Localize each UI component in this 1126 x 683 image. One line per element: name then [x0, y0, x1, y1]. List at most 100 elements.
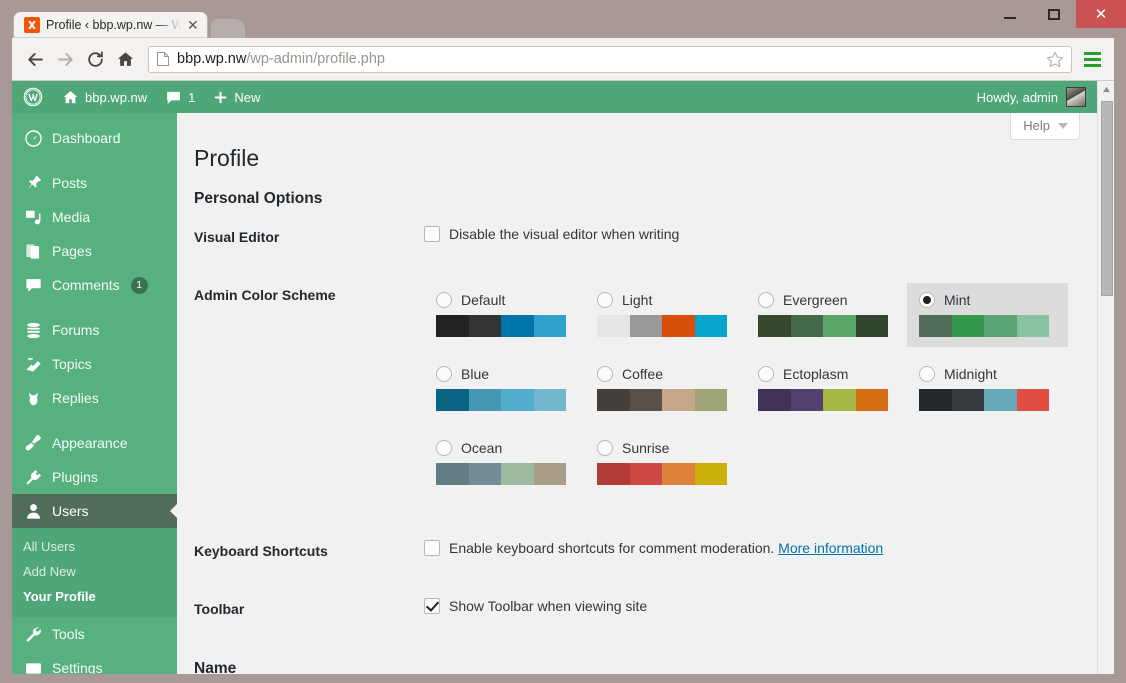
color-scheme-option-mint[interactable]: Mint [907, 283, 1068, 347]
color-scheme-radio[interactable] [436, 440, 452, 456]
browser-toolbar: bbp.wp.nw/wp-admin/profile.php [12, 38, 1114, 81]
color-scheme-label: Evergreen [783, 292, 848, 308]
sidebar-item-posts[interactable]: Posts [12, 166, 177, 200]
forums-icon [23, 321, 43, 340]
forward-button[interactable] [50, 44, 80, 74]
window-close-button[interactable]: ✕ [1076, 0, 1126, 28]
color-scheme-option-light[interactable]: Light [585, 283, 746, 347]
sidebar-subitem-all-users[interactable]: All Users [12, 534, 177, 559]
sidebar-subitem-your-profile[interactable]: Your Profile [12, 584, 177, 609]
color-scheme-palette [919, 315, 1049, 337]
palette-swatch-1 [469, 315, 502, 337]
color-scheme-radio[interactable] [758, 366, 774, 382]
color-scheme-option-ectoplasm[interactable]: Ectoplasm [746, 357, 907, 421]
color-scheme-radio[interactable] [919, 292, 935, 308]
chevron-down-icon [1058, 123, 1068, 129]
sidebar-subitem-add-new[interactable]: Add New [12, 559, 177, 584]
palette-swatch-1 [630, 389, 663, 411]
more-information-link[interactable]: More information [778, 540, 883, 556]
keyboard-shortcuts-checkbox[interactable]: Enable keyboard shortcuts for comment mo… [424, 539, 1087, 558]
color-scheme-header: Light [597, 292, 734, 308]
keyboard-shortcuts-label: Keyboard Shortcuts [194, 522, 424, 580]
color-scheme-option-evergreen[interactable]: Evergreen [746, 283, 907, 347]
color-scheme-radio[interactable] [436, 366, 452, 382]
new-content-button[interactable]: New [204, 81, 269, 113]
sidebar-item-tools[interactable]: Tools [12, 617, 177, 651]
visual-editor-checkbox[interactable]: Disable the visual editor when writing [424, 225, 1087, 244]
address-bar[interactable]: bbp.wp.nw/wp-admin/profile.php [148, 46, 1072, 73]
reload-button[interactable] [80, 44, 110, 74]
color-scheme-header: Evergreen [758, 292, 895, 308]
site-name-label: bbp.wp.nw [85, 90, 147, 105]
palette-swatch-0 [758, 389, 791, 411]
sidebar-item-forums[interactable]: Forums [12, 313, 177, 347]
palette-swatch-0 [758, 315, 791, 337]
help-tab-button[interactable]: Help [1010, 113, 1080, 140]
plug-icon [23, 468, 43, 487]
sidebar-item-media[interactable]: Media [12, 200, 177, 234]
color-scheme-option-ocean[interactable]: Ocean [424, 431, 585, 495]
checkbox-box[interactable] [424, 598, 440, 614]
sidebar-item-topics[interactable]: Topics [12, 347, 177, 381]
browser-menu-button[interactable] [1078, 44, 1106, 74]
color-scheme-radio[interactable] [597, 440, 613, 456]
tab-close-icon[interactable]: ✕ [187, 18, 199, 32]
sidebar-item-label: Media [52, 209, 90, 225]
palette-swatch-0 [597, 389, 630, 411]
color-scheme-palette [597, 315, 727, 337]
color-scheme-option-default[interactable]: Default [424, 283, 585, 347]
new-tab-button[interactable] [211, 19, 245, 38]
sidebar-item-dashboard[interactable]: Dashboard [12, 121, 177, 155]
sidebar-item-comments[interactable]: Comments 1 [12, 268, 177, 302]
sidebar-item-settings[interactable]: Settings [12, 651, 177, 674]
home-button[interactable] [110, 44, 140, 74]
palette-swatch-1 [630, 315, 663, 337]
color-scheme-option-blue[interactable]: Blue [424, 357, 585, 421]
row-toolbar: Toolbar Show Toolbar when viewing site [194, 580, 1097, 638]
visual-editor-checkbox-label: Disable the visual editor when writing [449, 225, 679, 244]
color-scheme-radio[interactable] [597, 292, 613, 308]
home-icon [62, 89, 79, 106]
scrollbar-thumb[interactable] [1101, 101, 1113, 296]
color-scheme-option-sunrise[interactable]: Sunrise [585, 431, 746, 495]
window-maximize-button[interactable] [1032, 0, 1076, 28]
sidebar-item-plugins[interactable]: Plugins [12, 460, 177, 494]
checkbox-box[interactable] [424, 226, 440, 242]
help-label: Help [1023, 118, 1050, 133]
palette-swatch-2 [501, 315, 534, 337]
sidebar-item-appearance[interactable]: Appearance [12, 426, 177, 460]
comments-bubble-button[interactable]: 1 [156, 81, 204, 113]
admin-body: Dashboard Posts Media [12, 113, 1097, 674]
palette-swatch-3 [534, 463, 567, 485]
comments-count: 1 [188, 90, 195, 105]
wp-logo-button[interactable] [12, 81, 53, 113]
color-scheme-palette [919, 389, 1049, 411]
checkbox-box[interactable] [424, 540, 440, 556]
color-scheme-header: Mint [919, 292, 1056, 308]
browser-tab[interactable]: Profile ‹ bbp.wp.nw — Wo ✕ [14, 12, 207, 38]
color-scheme-option-coffee[interactable]: Coffee [585, 357, 746, 421]
sidebar-item-users[interactable]: Users [12, 494, 177, 528]
palette-swatch-1 [791, 315, 824, 337]
color-scheme-radio[interactable] [758, 292, 774, 308]
back-button[interactable] [20, 44, 50, 74]
vertical-scrollbar[interactable] [1097, 81, 1114, 674]
scroll-up-arrow-icon[interactable] [1098, 81, 1114, 98]
toolbar-checkbox[interactable]: Show Toolbar when viewing site [424, 597, 1087, 616]
palette-swatch-1 [791, 389, 824, 411]
site-name-button[interactable]: bbp.wp.nw [53, 81, 156, 113]
color-scheme-header: Blue [436, 366, 573, 382]
sidebar-item-pages[interactable]: Pages [12, 234, 177, 268]
sidebar-item-replies[interactable]: Replies [12, 381, 177, 415]
window-minimize-button[interactable] [988, 0, 1032, 28]
color-scheme-palette [436, 463, 566, 485]
color-scheme-radio[interactable] [919, 366, 935, 382]
bookmark-star-icon[interactable] [1046, 50, 1064, 68]
color-scheme-radio[interactable] [436, 292, 452, 308]
color-scheme-radio[interactable] [597, 366, 613, 382]
color-scheme-header: Ectoplasm [758, 366, 895, 382]
sidebar-separator [12, 302, 177, 313]
my-account-button[interactable]: Howdy, admin [968, 81, 1097, 113]
color-scheme-option-midnight[interactable]: Midnight [907, 357, 1068, 421]
media-icon [23, 208, 43, 227]
